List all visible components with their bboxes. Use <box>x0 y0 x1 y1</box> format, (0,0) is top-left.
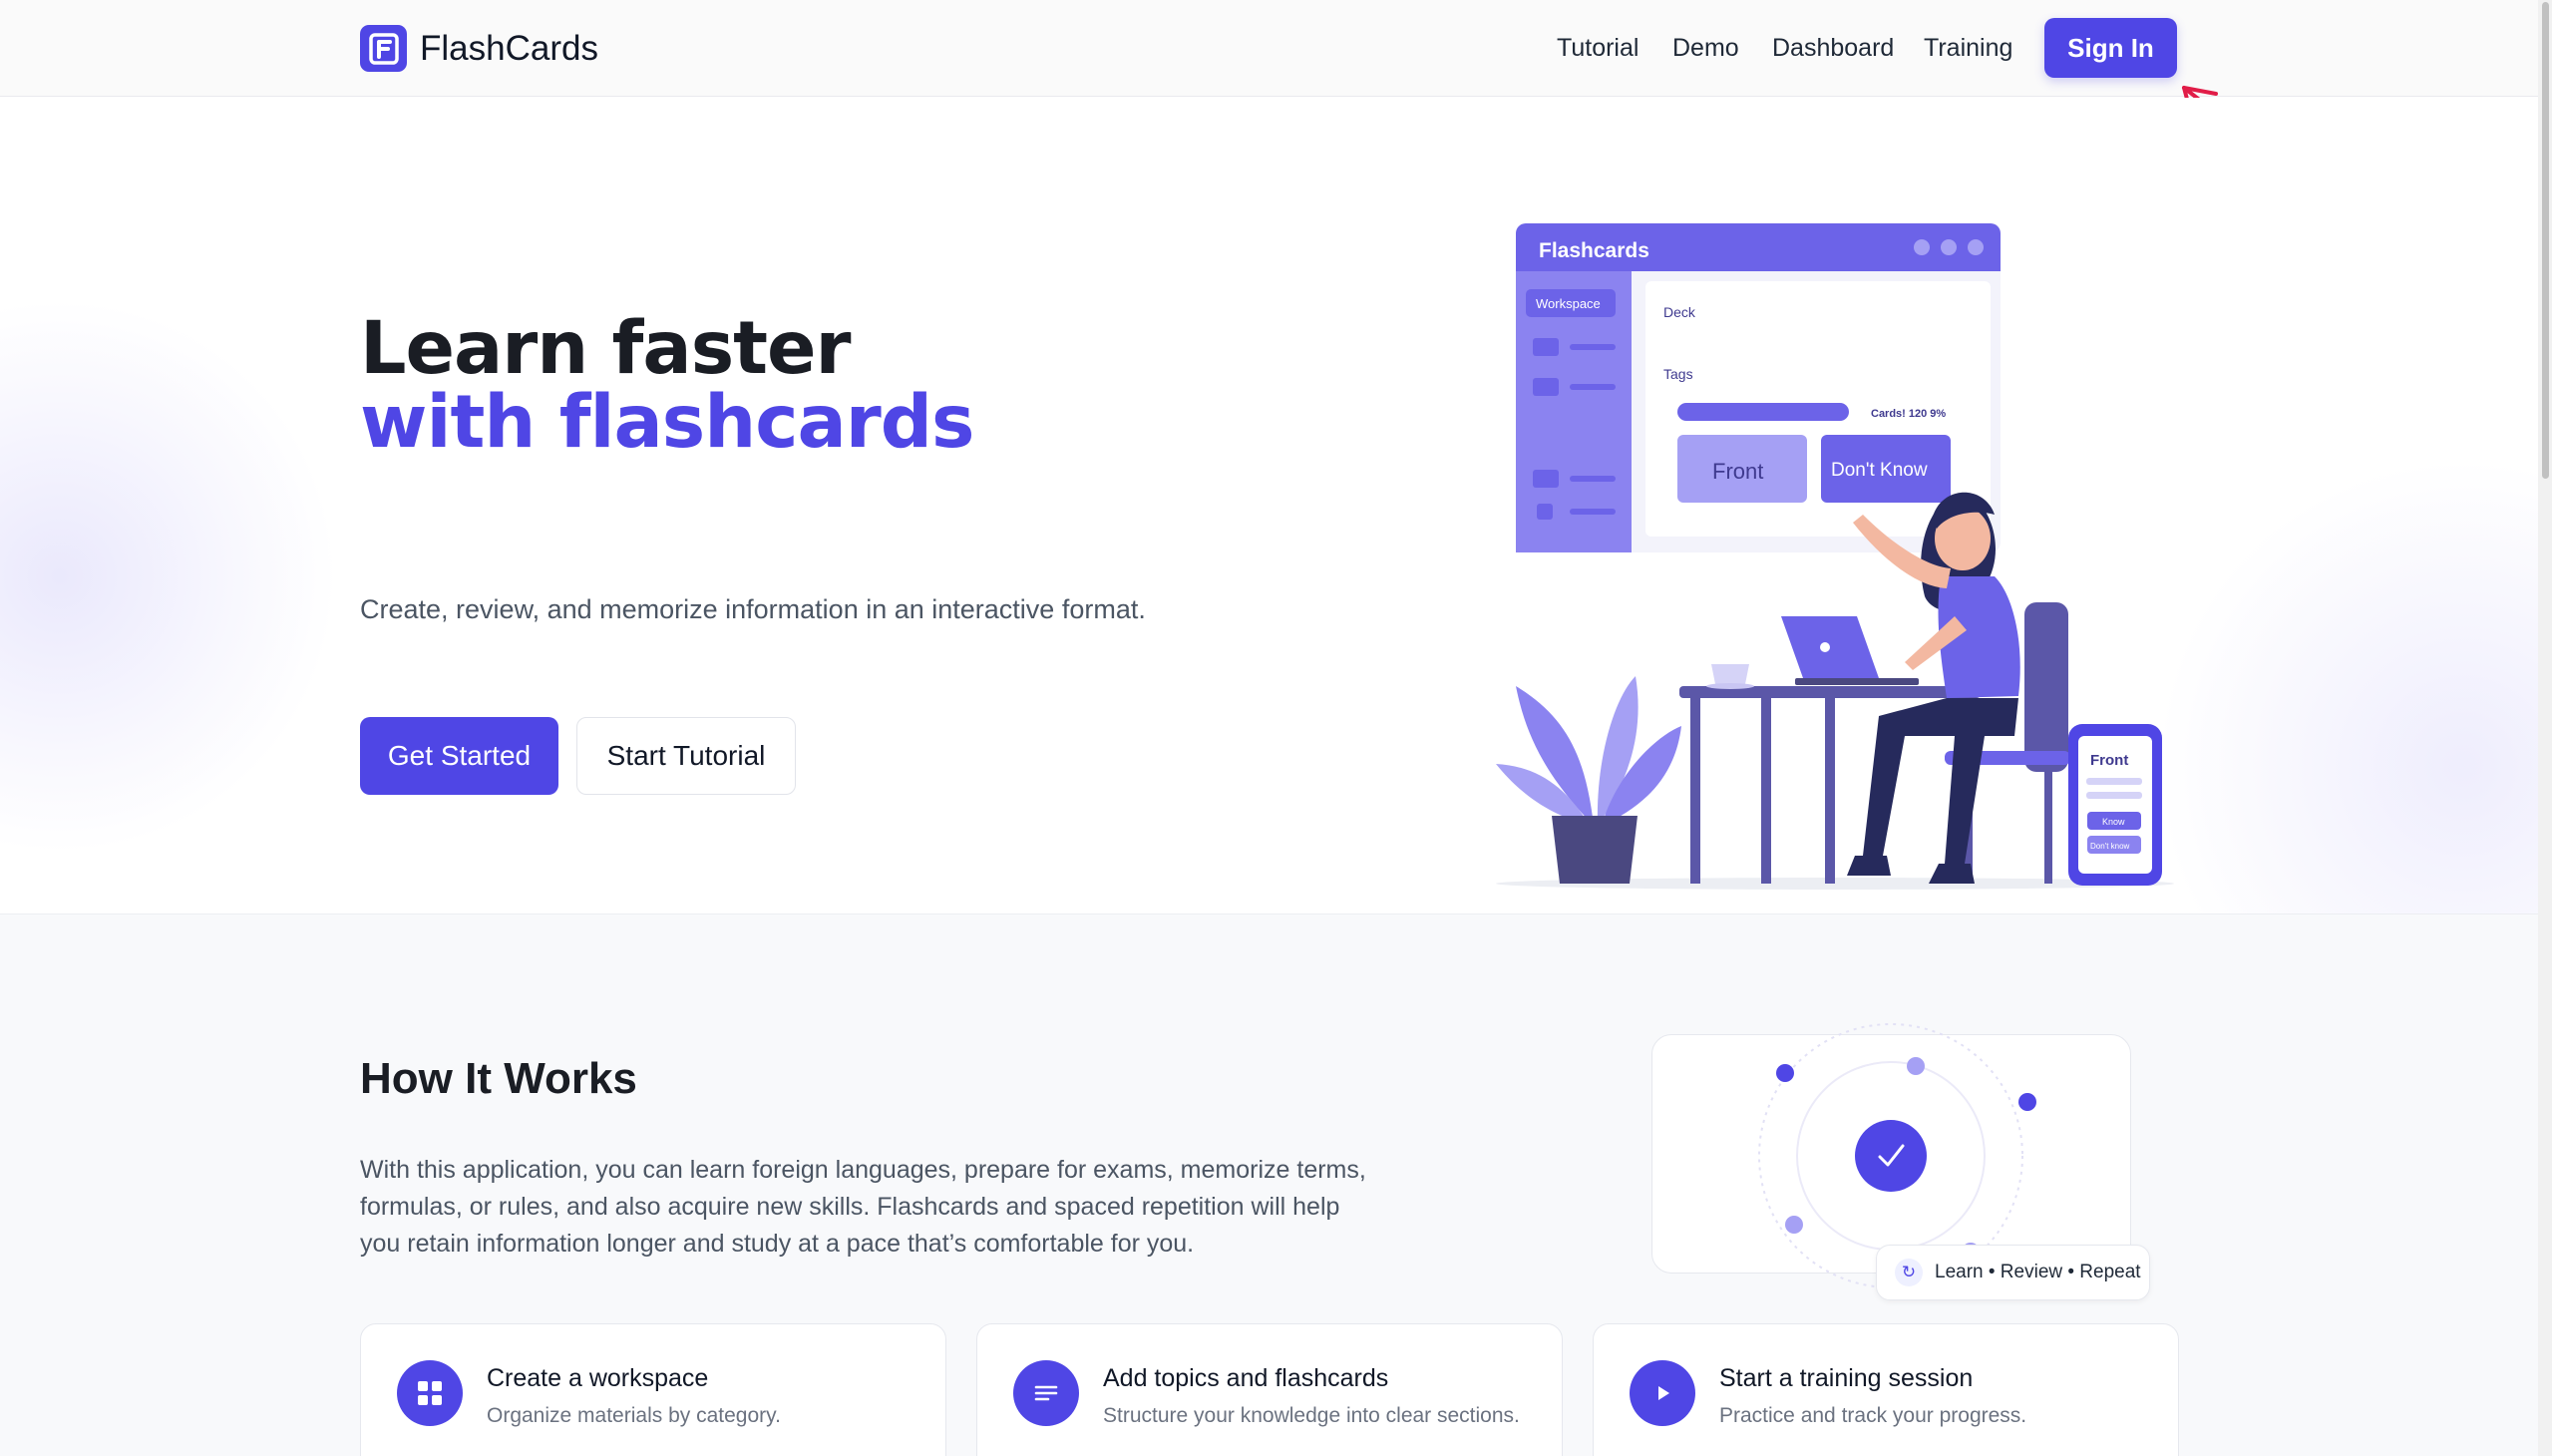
logo-icon <box>360 25 407 72</box>
section-title: How It Works <box>360 1054 637 1103</box>
list-icon <box>1013 1360 1079 1426</box>
illus-phone-dont-know: Don't know <box>2090 842 2130 851</box>
illus-phone-front: Front <box>2090 752 2128 769</box>
illus-front-button: Front <box>1712 459 1763 484</box>
brand-logo[interactable]: FlashCards <box>360 25 598 72</box>
scrollbar-thumb[interactable] <box>2542 2 2549 479</box>
hero-illustration: Flashcards Workspace Deck Tags Cards! 12… <box>1496 223 2174 890</box>
feature-card-training[interactable]: Start a training session Practice and tr… <box>1593 1323 2179 1456</box>
illus-window-title: Flashcards <box>1539 239 1649 262</box>
sign-in-button[interactable]: Sign In <box>2044 18 2177 78</box>
hero-title-line2: with flashcards <box>360 380 974 465</box>
illus-phone-know: Know <box>2102 817 2125 827</box>
illus-deck-label: Deck <box>1663 304 1696 320</box>
feature-card-topics[interactable]: Add topics and flashcards Structure your… <box>976 1323 1563 1456</box>
cycle-label: Learn • Review • Repeat <box>1935 1262 2141 1282</box>
feature-card-workspace[interactable]: Create a workspace Organize materials by… <box>360 1323 946 1456</box>
illus-sidebar-label: Workspace <box>1536 296 1601 311</box>
brand-name: FlashCards <box>420 28 598 68</box>
refresh-icon: ↻ <box>1895 1259 1923 1286</box>
nav-training-link[interactable]: Training <box>1924 34 2012 63</box>
top-navbar: FlashCards Tutorial Demo Dashboard Train… <box>0 0 2538 97</box>
decorative-blob <box>2154 457 2538 913</box>
hero-subtitle: Create, review, and memorize information… <box>360 594 1146 624</box>
illus-dont-know-button: Don't Know <box>1831 460 1928 481</box>
hero-title: Learn faster with flashcards <box>360 312 974 465</box>
nav-tutorial-link[interactable]: Tutorial <box>1557 34 1639 63</box>
get-started-button[interactable]: Get Started <box>360 717 558 795</box>
nav-demo-link[interactable]: Demo <box>1672 34 1739 63</box>
cycle-label-pill: ↻ Learn • Review • Repeat <box>1876 1245 2150 1300</box>
play-icon <box>1630 1360 1695 1426</box>
feature-description: Structure your knowledge into clear sect… <box>1103 1404 1520 1427</box>
illus-progress-text: Cards! 120 9% <box>1871 408 1946 420</box>
illus-tags-label: Tags <box>1663 366 1693 382</box>
grid-icon <box>397 1360 463 1426</box>
decorative-blob <box>0 297 339 856</box>
feature-title: Create a workspace <box>487 1364 709 1392</box>
nav-dashboard-link[interactable]: Dashboard <box>1772 34 1894 63</box>
feature-title: Add topics and flashcards <box>1103 1364 1389 1392</box>
start-tutorial-button[interactable]: Start Tutorial <box>576 717 796 795</box>
feature-description: Organize materials by category. <box>487 1404 781 1427</box>
hero-title-line1: Learn faster <box>360 306 852 391</box>
feature-title: Start a training session <box>1719 1364 1974 1392</box>
how-it-works-section: How It Works With this application, you … <box>0 913 2538 1456</box>
hero-section: Learn faster with flashcards Create, rev… <box>0 98 2538 913</box>
feature-description: Practice and track your progress. <box>1719 1404 2027 1427</box>
section-description: With this application, you can learn for… <box>360 1156 1366 1258</box>
